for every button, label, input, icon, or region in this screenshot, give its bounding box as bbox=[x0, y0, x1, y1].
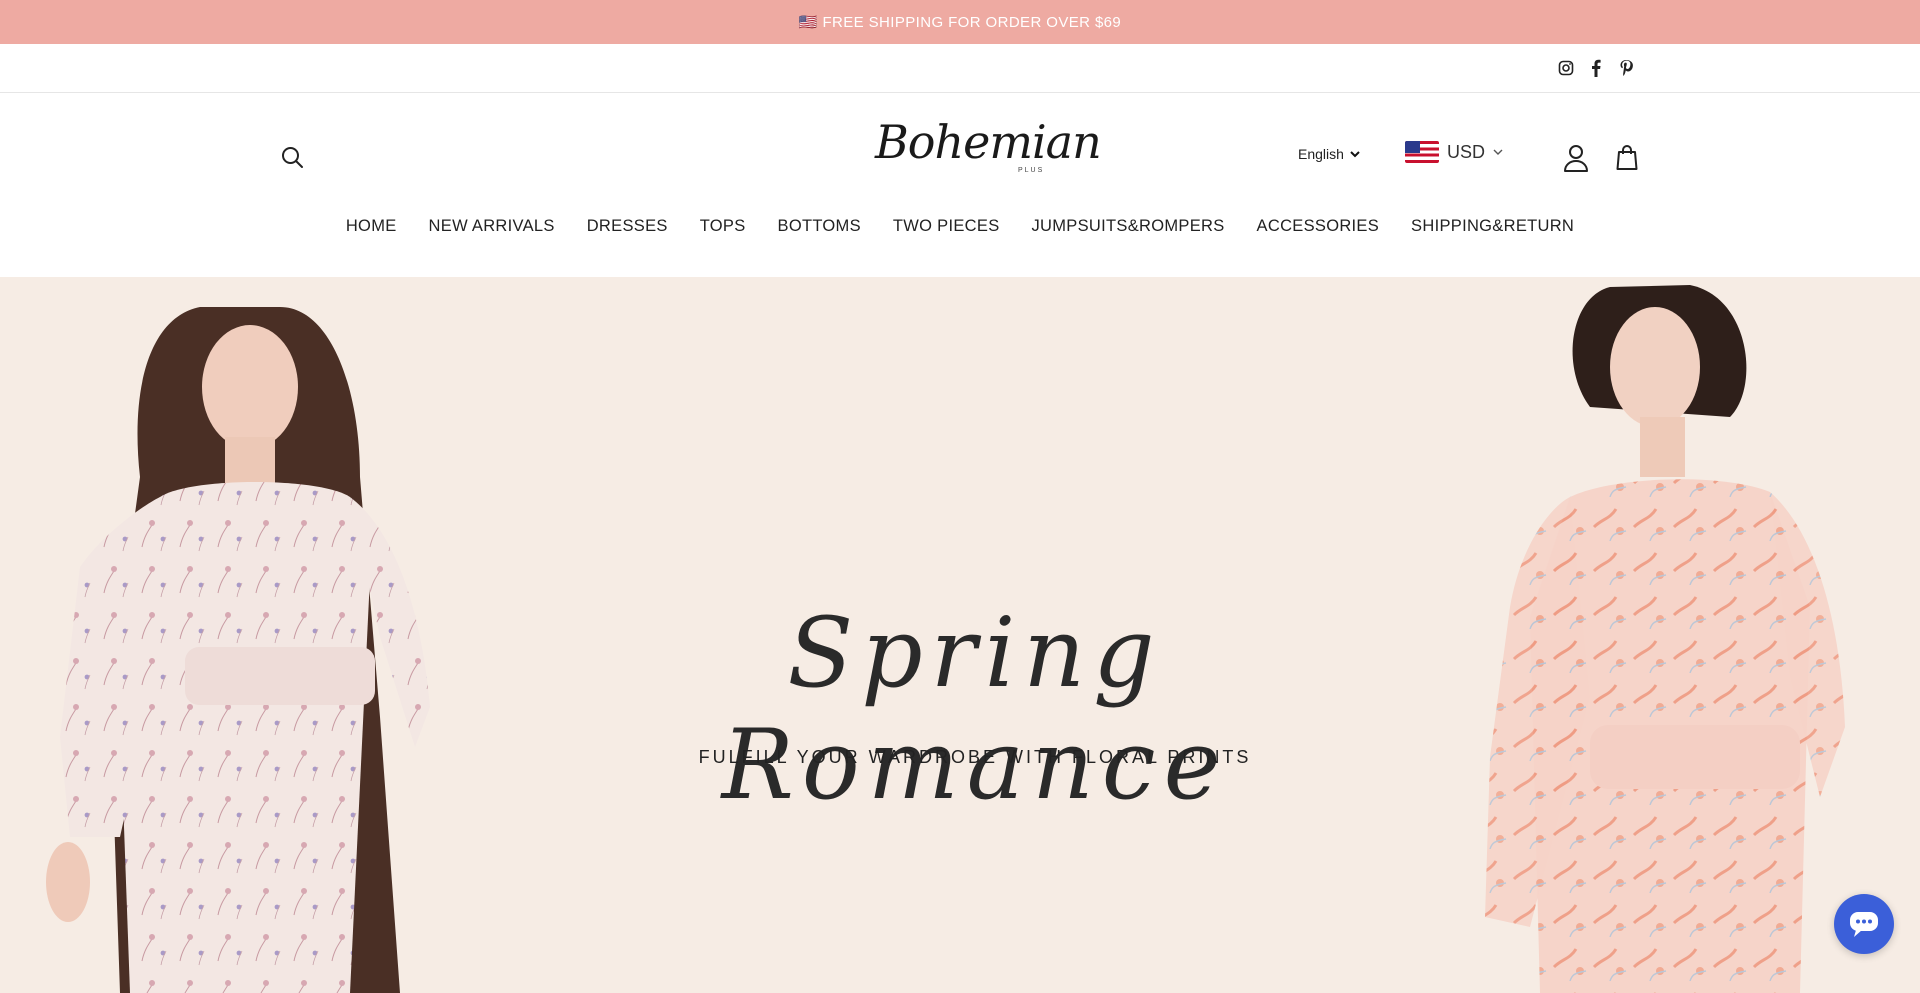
currency-value: USD bbox=[1447, 141, 1486, 162]
chevron-down-icon bbox=[1493, 149, 1503, 155]
us-flag-icon bbox=[1405, 141, 1439, 163]
model-right-image bbox=[1485, 285, 1845, 993]
hero-title: Spring Romance bbox=[721, 597, 1229, 821]
hero-banner[interactable]: Spring Romance FULFILL YOUR WARDROBE WIT… bbox=[0, 277, 1920, 993]
nav-item-two-pieces[interactable]: TWO PIECES bbox=[893, 217, 1000, 236]
nav-item-accessories[interactable]: ACCESSORIES bbox=[1257, 217, 1380, 236]
currency-selector[interactable]: USD bbox=[1405, 141, 1503, 163]
search-button[interactable] bbox=[278, 143, 306, 171]
user-icon bbox=[1564, 145, 1588, 172]
nav-item-new-arrivals[interactable]: NEW ARRIVALS bbox=[429, 217, 555, 236]
announcement-text: 🇺🇸 FREE SHIPPING FOR ORDER OVER $69 bbox=[798, 14, 1122, 31]
cart-button[interactable] bbox=[1614, 142, 1640, 172]
chat-button[interactable] bbox=[1834, 894, 1894, 954]
nav-item-jumpsuits-rompers[interactable]: JUMPSUITS&ROMPERS bbox=[1032, 217, 1225, 236]
logo-text: Bohemian bbox=[875, 115, 1102, 169]
nav-item-dresses[interactable]: DRESSES bbox=[587, 217, 668, 236]
main-nav: HOME NEW ARRIVALS DRESSES TOPS BOTTOMS T… bbox=[0, 217, 1920, 236]
bag-icon bbox=[1616, 145, 1638, 170]
instagram-icon[interactable] bbox=[1557, 58, 1575, 78]
site-header: Bohemian PLUS English USD HOME NEW ARRIV… bbox=[0, 93, 1920, 277]
logo-sub: PLUS bbox=[1018, 167, 1045, 174]
nav-item-tops[interactable]: TOPS bbox=[700, 217, 746, 236]
site-logo[interactable]: Bohemian PLUS bbox=[870, 113, 1102, 197]
search-icon bbox=[282, 147, 303, 168]
model-left-image bbox=[46, 307, 430, 993]
social-icons bbox=[1557, 58, 1635, 78]
account-button[interactable] bbox=[1562, 143, 1590, 173]
pinterest-icon[interactable] bbox=[1617, 58, 1635, 78]
social-bar bbox=[0, 44, 1920, 93]
facebook-icon[interactable] bbox=[1587, 58, 1605, 78]
nav-item-bottoms[interactable]: BOTTOMS bbox=[778, 217, 861, 236]
nav-item-shipping-return[interactable]: SHIPPING&RETURN bbox=[1411, 217, 1574, 236]
language-value: English bbox=[1298, 146, 1344, 162]
announcement-bar: 🇺🇸 FREE SHIPPING FOR ORDER OVER $69 bbox=[0, 0, 1920, 44]
nav-item-home[interactable]: HOME bbox=[346, 217, 397, 236]
language-selector[interactable]: English bbox=[1298, 146, 1360, 162]
hero-subtitle: FULFILL YOUR WARDROBE WITH FLORAL PRINTS bbox=[698, 747, 1252, 767]
chat-icon bbox=[1850, 912, 1878, 937]
chevron-down-icon bbox=[1350, 151, 1360, 158]
